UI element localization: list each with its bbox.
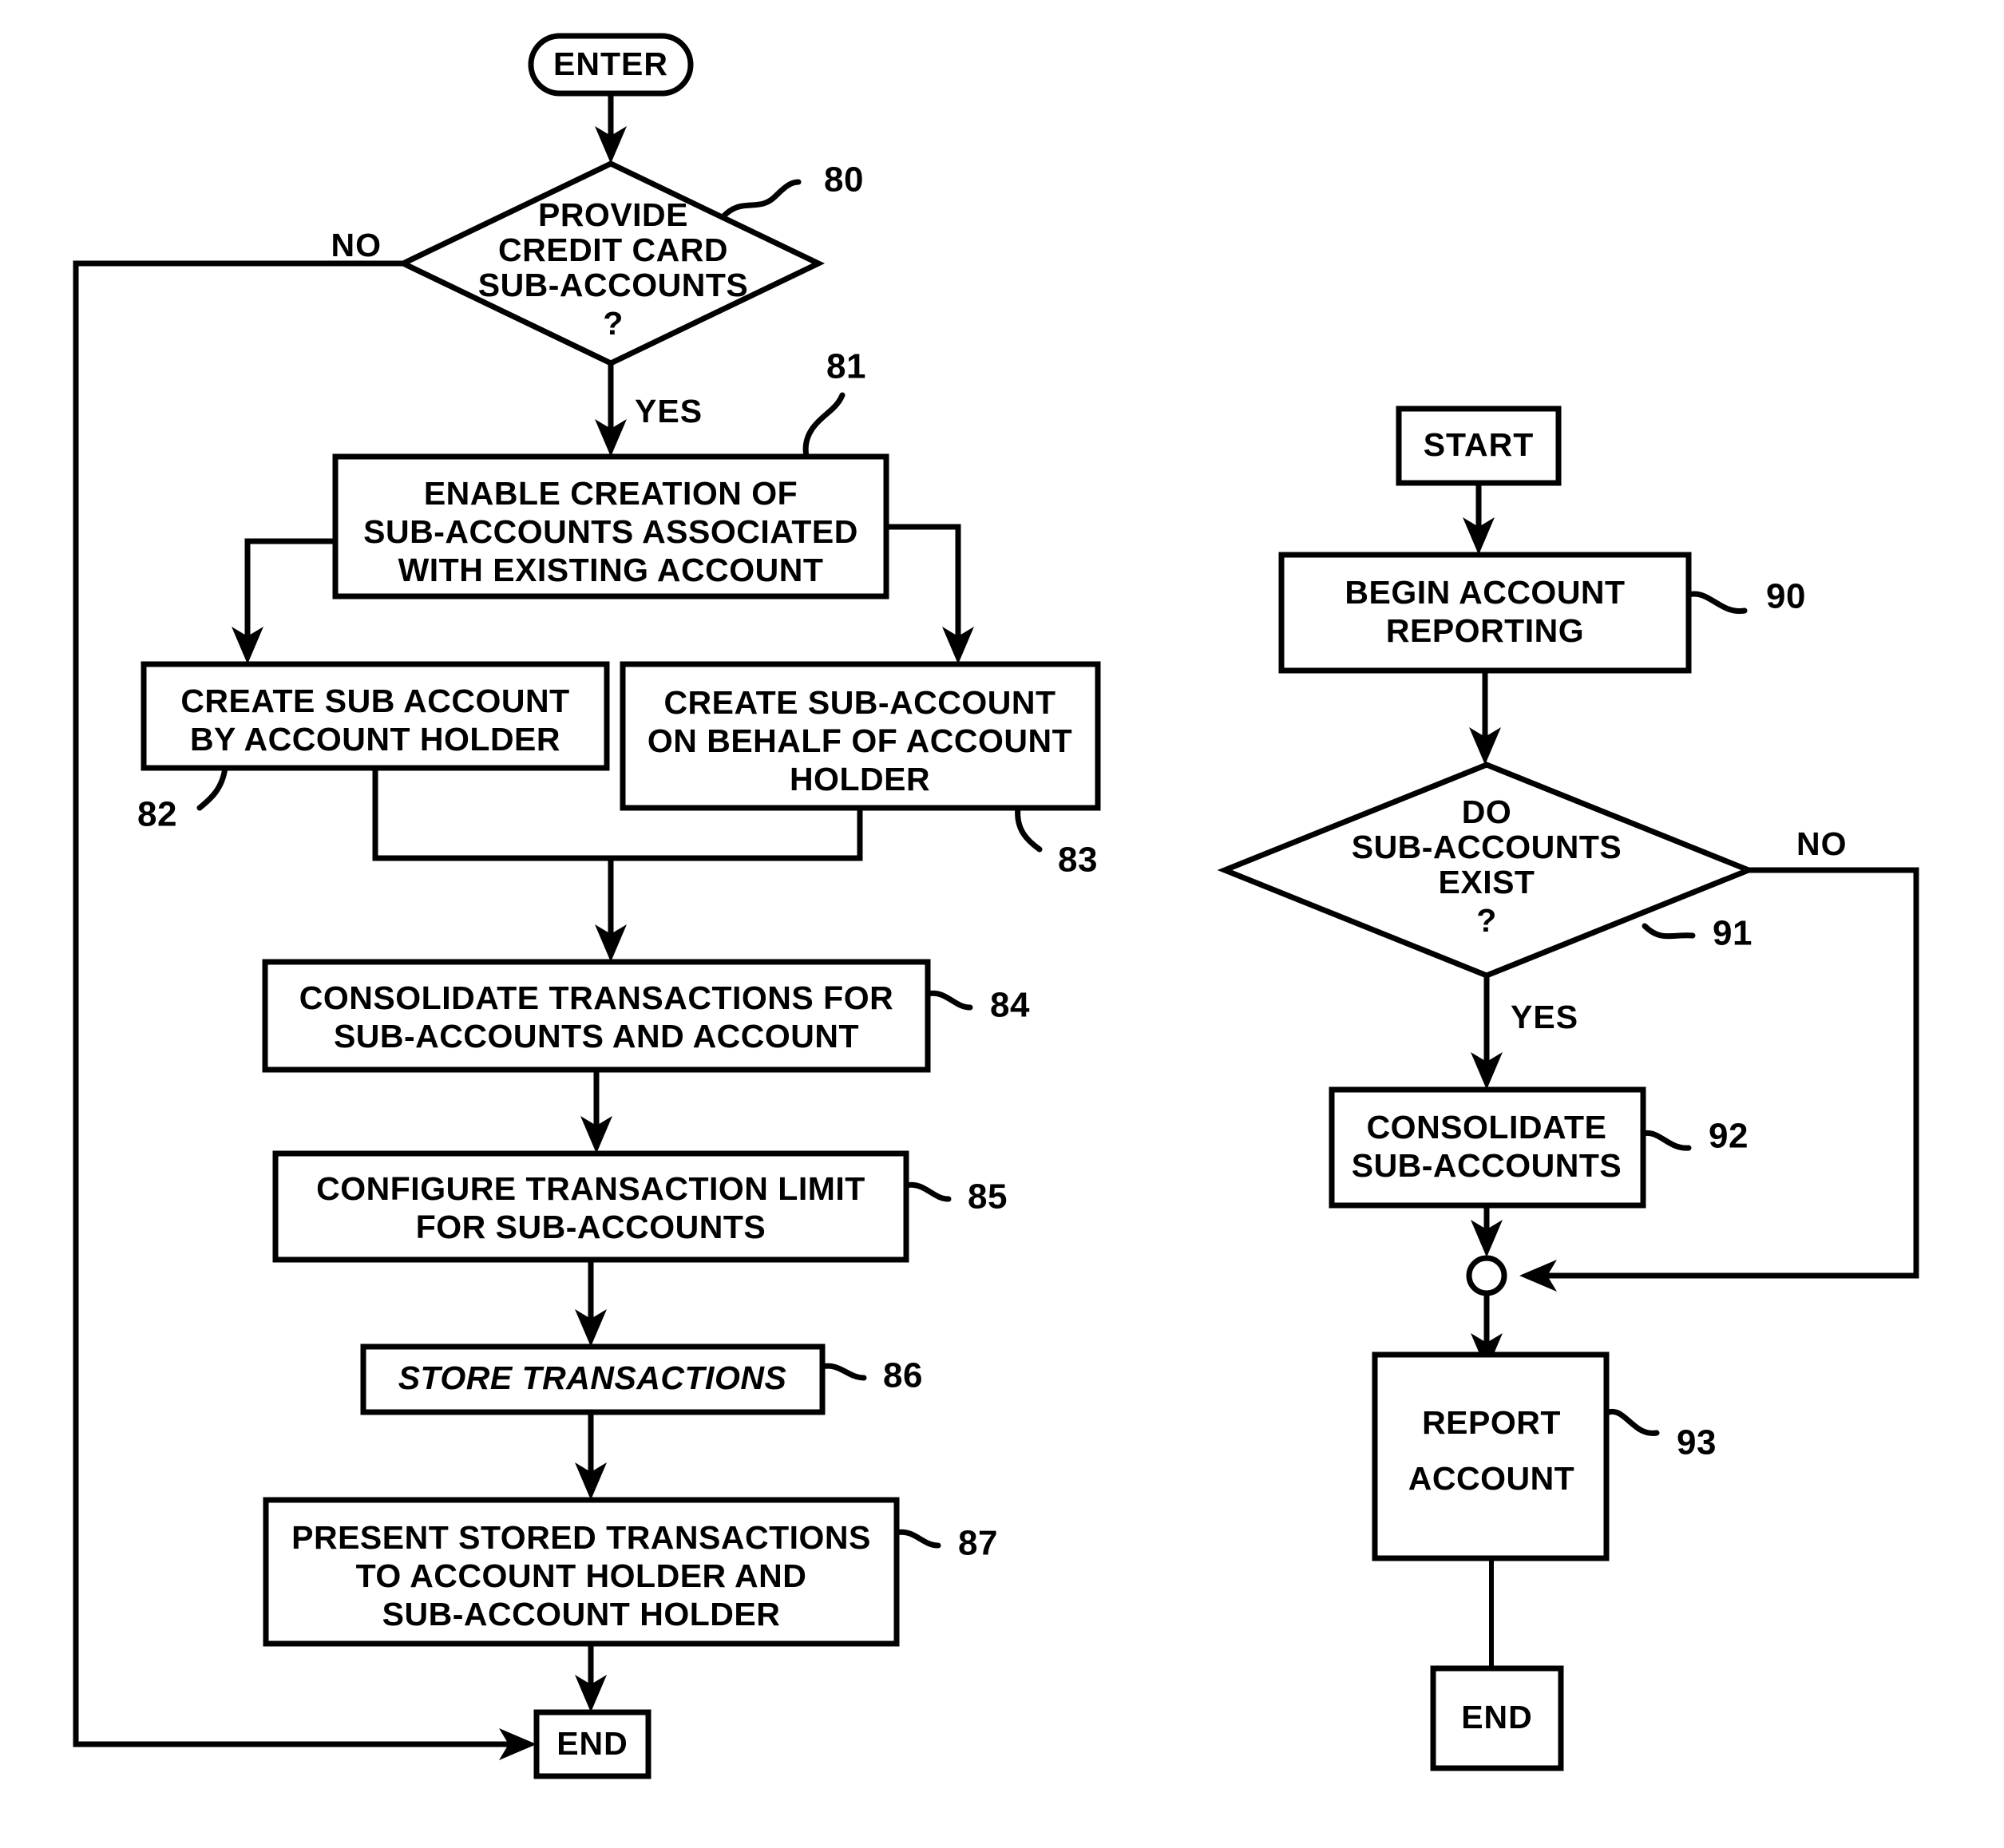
edge-label-yes-80: YES [635,393,703,429]
box92-line1: CONSOLIDATE [1367,1109,1607,1146]
decision80-line2: CREDIT CARD [498,231,728,268]
edge-label-no-80: NO [331,227,382,263]
ref-num-83: 83 [1058,841,1098,880]
node-box-87: PRESENT STORED TRANSACTIONS TO ACCOUNT H… [263,1497,900,1647]
node-box-92: CONSOLIDATE SUB-ACCOUNTS [1329,1086,1646,1209]
box82-line1: CREATE SUB ACCOUNT [180,683,569,719]
node-start: START [1396,406,1562,486]
leader-ref-92 [1640,1130,1692,1151]
ref-num-93: 93 [1677,1423,1717,1462]
node-box-83: CREATE SUB-ACCOUNT ON BEHALF OF ACCOUNT … [620,661,1101,811]
edge-label-yes-91: YES [1511,999,1578,1035]
box84-line2: SUB-ACCOUNTS AND ACCOUNT [334,1018,859,1055]
edge-label-no-91: NO [1796,825,1848,862]
ref-num-87: 87 [958,1524,998,1563]
box93-line1: REPORT [1422,1404,1561,1441]
node-box-84: CONSOLIDATE TRANSACTIONS FOR SUB-ACCOUNT… [262,959,931,1073]
decision80-line3: SUB-ACCOUNTS [478,267,749,303]
box93-line2: ACCOUNT [1408,1460,1574,1497]
decision91-line3: EXIST [1439,864,1535,900]
end-right-label: END [1461,1699,1533,1735]
node-box-82: CREATE SUB ACCOUNT BY ACCOUNT HOLDER [141,661,610,771]
conn-box81-to-box82 [244,538,335,643]
node-end-right: END [1430,1665,1564,1771]
box85-line1: CONFIGURE TRANSACTION LIMIT [316,1170,865,1207]
box83-line1: CREATE SUB-ACCOUNT [663,684,1055,721]
end-left-label: END [556,1725,628,1762]
node-end-left: END [533,1709,651,1779]
node-box-86: STORE TRANSACTIONS [360,1343,826,1415]
enter-label: ENTER [553,46,668,82]
leader-ref-86 [819,1363,867,1381]
ref-num-86: 86 [883,1356,923,1395]
ref-num-90: 90 [1766,577,1806,616]
leader-ref-85 [903,1181,952,1202]
leader-ref-91 [1642,923,1696,940]
box81-line1: ENABLE CREATION OF [424,475,798,512]
start-label: START [1424,426,1535,463]
ref-num-82: 82 [137,795,177,834]
leader-ref-84 [925,990,973,1011]
box87-line3: SUB-ACCOUNT HOLDER [382,1596,781,1632]
leader-ref-83 [1015,805,1043,853]
box83-line3: HOLDER [790,761,930,797]
box81-line2: SUB-ACCOUNTS ASSOCIATED [363,513,858,550]
junction-node [1466,1255,1507,1296]
decision91-line4: ? [1476,902,1497,939]
flowchart-canvas: ENTER PROVIDE CREDIT CARD SUB-ACCOUNTS ?… [0,0,2004,1848]
box92-line2: SUB-ACCOUNTS [1352,1147,1622,1184]
flowchart-svg: ENTER PROVIDE CREDIT CARD SUB-ACCOUNTS ?… [73,33,1919,1779]
box90-line2: REPORTING [1386,612,1584,649]
leader-ref-80 [719,179,802,220]
box84-line1: CONSOLIDATE TRANSACTIONS FOR [299,979,893,1016]
ref-num-85: 85 [968,1177,1008,1217]
node-box-90: BEGIN ACCOUNT REPORTING [1278,552,1692,674]
node-decision-91: DO SUB-ACCOUNTS EXIST ? [1217,762,1756,979]
box81-line3: WITH EXISTING ACCOUNT [398,552,824,588]
node-enter: ENTER [528,33,694,97]
decision91-line2: SUB-ACCOUNTS [1352,829,1622,865]
ref-num-92: 92 [1709,1117,1749,1156]
box87-line2: TO ACCOUNT HOLDER AND [356,1557,807,1594]
leader-ref-81 [802,392,846,460]
decision91-line1: DO [1462,793,1512,830]
decision80-line1: PROVIDE [538,196,688,233]
leader-ref-90 [1685,591,1748,614]
box82-line2: BY ACCOUNT HOLDER [190,721,560,758]
leader-ref-87 [893,1529,941,1549]
node-decision-80: PROVIDE CREDIT CARD SUB-ACCOUNTS ? [396,160,826,366]
box90-line1: BEGIN ACCOUNT [1345,574,1625,611]
box86-line1: STORE TRANSACTIONS [398,1359,787,1396]
node-box-93: REPORT ACCOUNT [1372,1351,1610,1561]
ref-num-91: 91 [1713,914,1753,953]
ref-num-80: 80 [824,160,864,200]
box85-line2: FOR SUB-ACCOUNTS [416,1209,766,1245]
node-box-85: CONFIGURE TRANSACTION LIMIT FOR SUB-ACCO… [272,1150,909,1263]
box83-line2: ON BEHALF OF ACCOUNT [648,722,1072,759]
leader-ref-93 [1603,1408,1660,1436]
decision80-line4: ? [603,305,624,342]
ref-num-84: 84 [990,986,1030,1025]
conn-box81-to-box83 [886,524,961,643]
leader-ref-82 [196,765,228,811]
node-box-81: ENABLE CREATION OF SUB-ACCOUNTS ASSOCIAT… [332,453,889,600]
box87-line1: PRESENT STORED TRANSACTIONS [291,1519,871,1556]
box93-shape [1372,1351,1610,1561]
ref-num-81: 81 [826,347,866,386]
